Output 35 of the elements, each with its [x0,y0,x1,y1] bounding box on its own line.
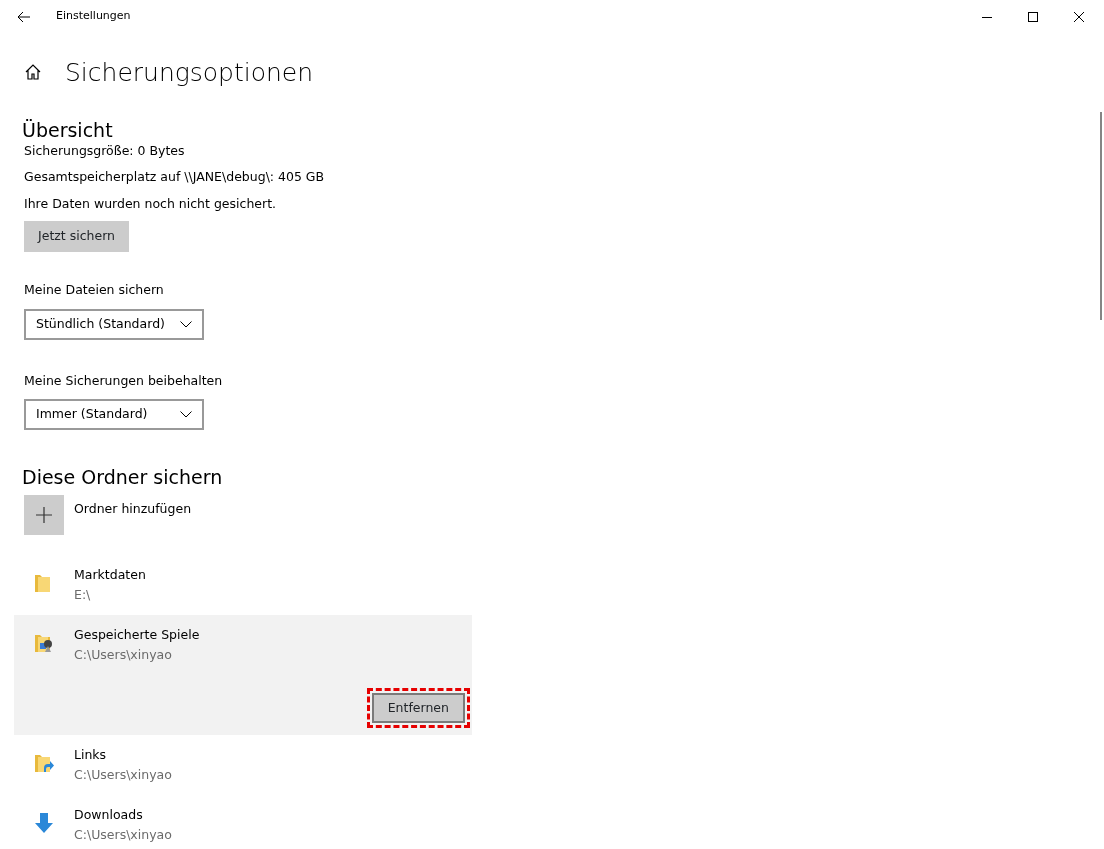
home-icon[interactable] [24,63,42,81]
folder-path: C:\Users\xinyao [74,767,172,783]
info-text: Sicherungsgröße: 0 Bytes [24,144,186,158]
maximize-icon [1028,11,1038,22]
plus-icon [36,507,52,524]
add-folder-label[interactable]: Ordner hinzufügen [74,501,192,556]
scrollbar[interactable] [1100,112,1102,320]
folder-name: Gespeicherte Spiele [74,627,200,643]
folder-row[interactable]: Marktdaten E:\ [14,555,472,616]
setting-label: Meine Sicherungen beibehalten [24,374,224,388]
back-arrow-icon [17,10,31,23]
section-heading: Übersicht [22,119,114,142]
folder-name: Marktdaten [74,567,146,583]
chevron-down-icon [180,411,192,419]
folder-row[interactable]: Downloads C:\Users\xinyao [14,795,472,849]
dropdown[interactable]: Immer (Standard) [24,399,204,431]
window-title: Einstellungen [56,8,131,25]
chevron-down-icon [180,320,192,328]
folder-path: C:\Users\xinyao [74,827,172,843]
dropdown[interactable]: Stündlich (Standard) [24,308,204,340]
folder-path: C:\Users\xinyao [74,647,173,663]
add-folder-button[interactable] [24,495,64,536]
folder-name: Downloads [74,807,144,823]
folder-path: E:\ [74,587,92,603]
selected-folder-row[interactable]: Gespeicherte Spiele C:\Users\xinyao Entfernen [14,615,472,736]
remove-button[interactable]: Entfernen [371,693,465,724]
close-icon [1074,11,1084,22]
info-text: Ihre Daten wurden noch nicht gesichert. [24,197,277,211]
folder-row[interactable]: Links C:\Users\xinyao [14,735,472,796]
backup-now-button[interactable]: Jetzt sichern [24,221,130,253]
setting-label: Meine Dateien sichern [24,284,165,297]
folder-name: Links [74,747,108,763]
info-text: Gesamtspeicherplatz auf \\JANE\debug\: 405 GB [24,171,326,184]
section-heading: Diese Ordner sichern [22,466,224,490]
page-title: Sicherungsoptionen [65,59,314,85]
